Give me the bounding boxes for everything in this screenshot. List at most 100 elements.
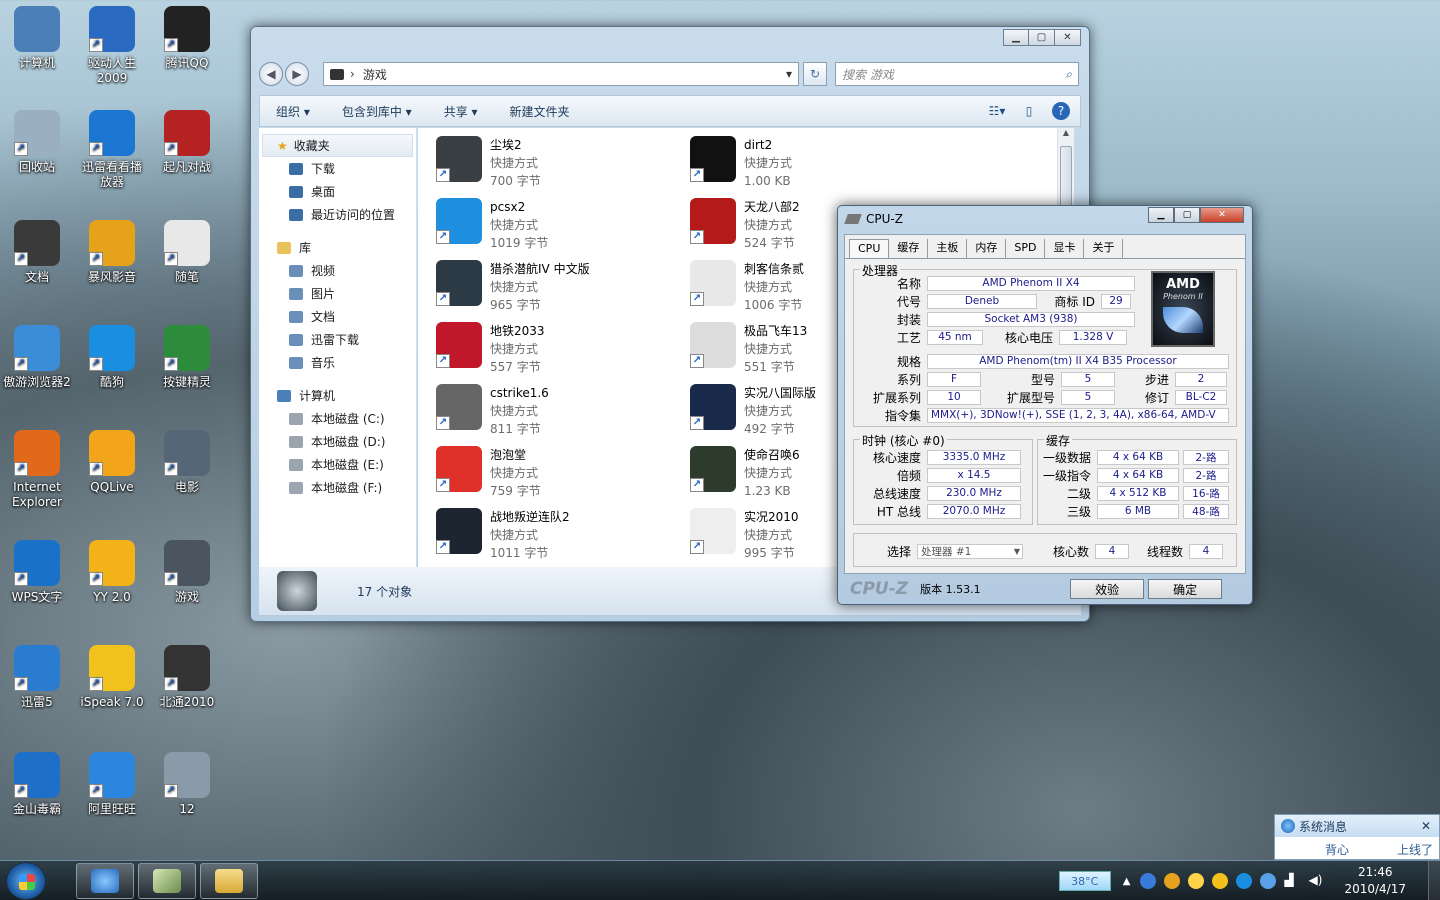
desktop-icon-20[interactable]: ↗ iSpeak 7.0 [77,645,147,710]
desktop-icon-6[interactable]: ↗ 起凡对战 [152,110,222,175]
nav-computer[interactable]: 计算机 [259,384,416,407]
cpuz-tab-4[interactable]: 内存 [967,239,1007,258]
tray-qq-icon[interactable] [1188,873,1205,889]
help-icon[interactable]: ? [1052,102,1070,120]
show-hidden-icons[interactable]: ▲ [1123,876,1131,887]
desktop-icon-23[interactable]: ↗ 阿里旺旺 [77,752,147,817]
tray-cat-icon[interactable] [1164,873,1181,889]
network-app-icon[interactable] [1140,873,1157,889]
nav-favorites[interactable]: ★ 收藏夹 [262,134,413,157]
file-item[interactable]: ↗ pcsx2 快捷方式 1019 字节 [436,198,676,256]
cpuz-tab-1[interactable]: CPU [849,239,890,258]
clock[interactable]: 21:46 2010/4/17 [1344,864,1406,898]
tray-ispeak-icon[interactable] [1212,873,1229,889]
desktop-icon-8[interactable]: ↗ 暴风影音 [77,220,147,285]
dropdown-icon[interactable]: ▾ [786,67,792,81]
desktop-icon-17[interactable]: ↗ YY 2.0 [77,540,147,605]
desktop-icon-7[interactable]: ↗ 文档 [2,220,72,285]
desktop-icon-11[interactable]: ↗ 酷狗 [77,325,147,390]
file-item[interactable]: ↗ 猎杀潜航IV 中文版 快捷方式 965 字节 [436,260,676,318]
desktop-icon-24[interactable]: ↗ 12 [152,752,222,817]
tray-kugou-icon[interactable] [1236,873,1253,889]
scroll-up-arrow[interactable]: ▲ [1058,128,1074,137]
search-input[interactable]: 搜索 游戏 ⌕ [835,62,1079,86]
file-item[interactable]: ↗ 泡泡堂 快捷方式 759 字节 [436,446,676,504]
address-bar[interactable]: › 游戏 ▾ [323,62,799,86]
cpuz-close-button[interactable]: ✕ [1200,207,1244,223]
popup-close-icon[interactable]: ✕ [1421,819,1431,833]
nav-library-item-4[interactable]: 迅雷下载 [259,328,416,351]
desktop-icon-12[interactable]: ↗ 按键精灵 [152,325,222,390]
ok-button[interactable]: 确定 [1148,579,1223,599]
desktop-icon-2[interactable]: ↗ 驱动人生 2009 [77,6,147,86]
share-menu[interactable]: 共享 ▾ [444,103,478,120]
new-folder-button[interactable]: 新建文件夹 [510,103,570,120]
nav-drive-item-2[interactable]: 本地磁盘 (D:) [259,430,416,453]
cpuz-tab-2[interactable]: 缓存 [889,239,929,258]
nav-favorite-item-1[interactable]: 下载 [259,157,416,180]
minimize-button[interactable]: ▁ [1003,29,1029,46]
desktop-icon-3[interactable]: ↗ 腾讯QQ [152,6,222,71]
file-item[interactable]: ↗ dirt2 快捷方式 1.00 KB [690,136,930,194]
taskbar-maxthon-button[interactable] [76,863,134,899]
cpuz-tab-3[interactable]: 主板 [928,239,968,258]
desktop-icon-10[interactable]: ↗ 傲游浏览器2 [2,325,72,390]
nav-library-item-3[interactable]: 文档 [259,305,416,328]
nav-drive-item-3[interactable]: 本地磁盘 (E:) [259,453,416,476]
view-options-icon[interactable]: ☷▾ [988,102,1006,120]
nav-favorite-item-3[interactable]: 最近访问的位置 [259,203,416,226]
desktop-icon-21[interactable]: ↗ 北通2010 [152,645,222,710]
desktop-icon-15[interactable]: ↗ 电影 [152,430,222,495]
tray-ime-icon[interactable] [1260,873,1277,889]
cpuz-window[interactable]: CPU-Z ▁ ▢ ✕ CPU 缓存 主板 内存 SPD 显卡 关于 处理器 名称 AMD P… [837,205,1253,605]
desktop-icon-5[interactable]: ↗ 迅雷看看播 放器 [77,110,147,190]
forward-button[interactable]: ▶ [285,62,309,86]
file-item[interactable]: ↗ 地铁2033 快捷方式 557 字节 [436,322,676,380]
cpuz-tab-6[interactable]: 显卡 [1045,239,1085,258]
nav-drive-item-1[interactable]: 本地磁盘 (C:) [259,407,416,430]
preview-pane-icon[interactable]: ▯ [1020,102,1038,120]
maximize-button[interactable]: ▢ [1029,29,1055,46]
cpuz-tab-7[interactable]: 关于 [1084,239,1124,258]
nav-libraries[interactable]: 库 [259,236,416,259]
message-user[interactable]: 背心 [1325,841,1349,858]
desktop-icon-9[interactable]: ↗ 随笔 [152,220,222,285]
system-message-popup[interactable]: 系统消息 ✕ 背心 上线了 [1274,814,1440,860]
cpuz-minimize-button[interactable]: ▁ [1148,207,1174,223]
start-button[interactable] [6,862,46,900]
validate-button[interactable]: 效验 [1070,579,1145,599]
file-item[interactable]: ↗ cstrike1.6 快捷方式 811 字节 [436,384,676,442]
desktop-icon-4[interactable]: ↗ 回收站 [2,110,72,175]
nav-library-item-1[interactable]: 视频 [259,259,416,282]
chevron-down-icon[interactable]: ▼ [1014,547,1020,556]
processor-select[interactable]: 处理器 #1 ▼ [917,543,1023,559]
cpuz-maximize-button[interactable]: ▢ [1174,207,1200,223]
temperature-widget[interactable]: 38°C [1058,871,1111,891]
taskbar-cpuz-button[interactable] [138,863,196,899]
desktop-icon-14[interactable]: ↗ QQLive [77,430,147,495]
breadcrumb-path[interactable]: 游戏 [363,66,387,83]
back-button[interactable]: ◀ [259,62,283,86]
taskbar-explorer-button[interactable] [200,863,258,899]
file-item[interactable]: ↗ 战地叛逆连队2 快捷方式 1011 字节 [436,508,676,566]
nav-favorite-item-2[interactable]: 桌面 [259,180,416,203]
file-item[interactable]: ↗ 尘埃2 快捷方式 700 字节 [436,136,676,194]
cpuz-tab-5[interactable]: SPD [1006,239,1046,258]
nav-drive-item-4[interactable]: 本地磁盘 (F:) [259,476,416,499]
volume-icon[interactable]: ◀) [1308,873,1324,889]
network-signal-icon[interactable]: ▟ [1284,873,1300,889]
desktop-icon-13[interactable]: ↗ Internet Explorer [2,430,72,510]
organize-menu[interactable]: 组织 ▾ [276,103,310,120]
desktop-icon-16[interactable]: ↗ WPS文字 [2,540,72,605]
search-icon[interactable]: ⌕ [1065,67,1072,82]
desktop-icon-1[interactable]: 计算机 [2,6,72,71]
include-library-menu[interactable]: 包含到库中 ▾ [342,103,412,120]
show-desktop-button[interactable] [1428,861,1440,900]
nav-library-item-2[interactable]: 图片 [259,282,416,305]
desktop-icon-18[interactable]: ↗ 游戏 [152,540,222,605]
nav-library-item-5[interactable]: 音乐 [259,351,416,374]
desktop-icon-19[interactable]: ↗ 迅雷5 [2,645,72,710]
close-button[interactable]: ✕ [1055,29,1081,46]
desktop-icon-22[interactable]: ↗ 金山毒霸 [2,752,72,817]
refresh-button[interactable]: ↻ [803,62,827,86]
